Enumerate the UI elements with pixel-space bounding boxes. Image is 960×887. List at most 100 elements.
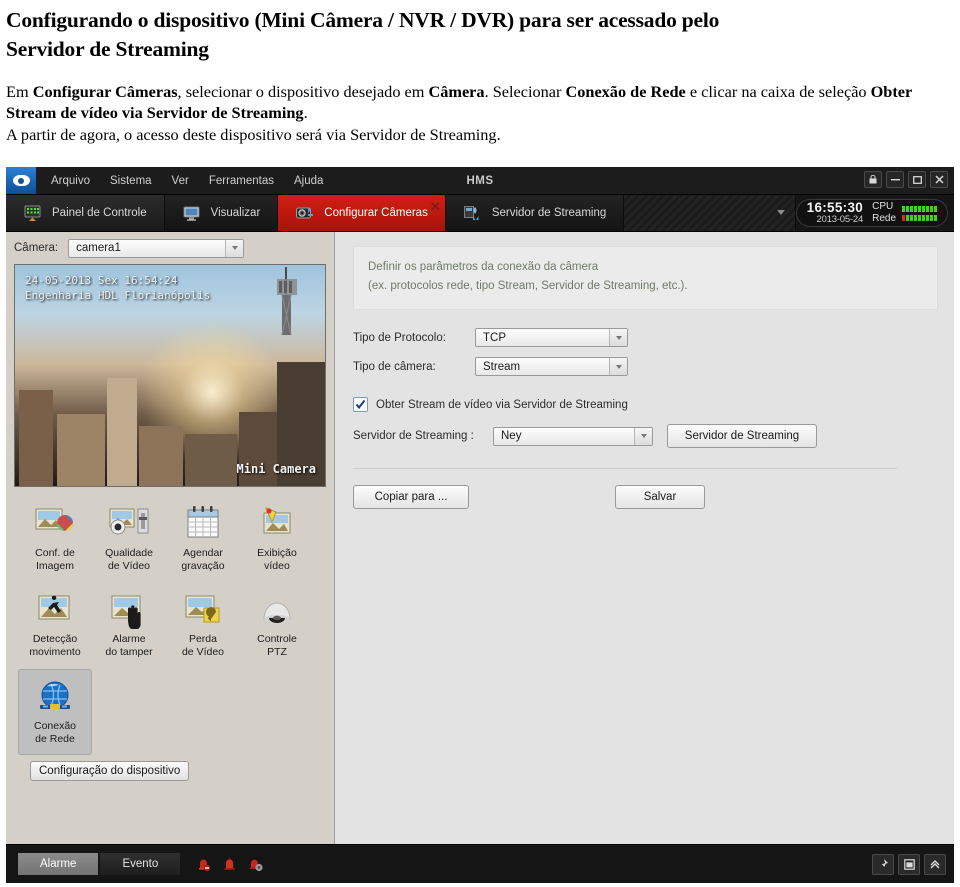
obter-stream-checkbox-row[interactable]: Obter Stream de vídeo via Servidor de St… <box>353 397 938 412</box>
collapse-up-icon[interactable] <box>924 853 946 875</box>
feature-controle-ptz[interactable]: Controle PTZ <box>240 583 314 669</box>
bottom-tab-alarme[interactable]: Alarme <box>18 853 99 875</box>
close-icon[interactable] <box>930 171 948 188</box>
monitor-icon <box>183 206 200 221</box>
tab-close-icon[interactable]: ✕ <box>430 200 441 213</box>
cpu-meter-segment <box>926 205 929 212</box>
net-meter-segment <box>914 214 917 221</box>
tab-painel-de-controle[interactable]: Painel de Controle <box>6 195 165 231</box>
protocol-select[interactable]: TCP <box>475 328 628 347</box>
chevron-down-icon[interactable] <box>776 210 785 215</box>
net-meter-segment <box>930 214 933 221</box>
building <box>57 414 105 486</box>
tab-label: Visualizar <box>210 207 261 219</box>
camera-type-select[interactable]: Stream <box>475 357 628 376</box>
camera-select[interactable]: camera1 <box>68 238 245 258</box>
menu-items: Arquivo Sistema Ver Ferramentas Ajuda <box>49 172 325 190</box>
camera-type-label: Tipo de câmera: <box>353 360 436 373</box>
meter-labels: CPU Rede <box>872 201 896 226</box>
hms-application-window: Arquivo Sistema Ver Ferramentas Ajuda HM… <box>6 167 954 883</box>
building <box>107 378 137 486</box>
feature-deteccao-movimento[interactable]: Detecção movimento <box>18 583 92 669</box>
chevron-down-icon[interactable] <box>609 358 627 375</box>
feature-label-line1: Conf. de <box>35 547 75 559</box>
feature-label-line2: de Vídeo <box>107 559 151 572</box>
window-icon[interactable] <box>898 853 920 875</box>
streaming-server-label: Servidor de Streaming : <box>353 430 474 442</box>
tab-overflow-area[interactable] <box>624 195 796 231</box>
feature-label-line1: Conexão <box>33 720 77 732</box>
bottom-right-controls <box>872 853 946 875</box>
obter-stream-checkbox[interactable] <box>353 397 368 412</box>
bottom-tab-evento[interactable]: Evento <box>100 853 181 875</box>
chevron-down-icon[interactable] <box>225 239 244 257</box>
tab-configurar-cameras[interactable]: Configurar Câmeras ✕ <box>278 195 446 231</box>
menu-item-sistema[interactable]: Sistema <box>108 172 154 190</box>
menu-item-ferramentas[interactable]: Ferramentas <box>207 172 276 190</box>
feature-label-line2: gravação <box>181 559 225 572</box>
feature-exibicao-video[interactable]: Exibição vídeo <box>240 497 314 583</box>
streaming-server-icon <box>463 205 479 220</box>
video-display-icon <box>256 505 298 543</box>
copy-to-button[interactable]: Copiar para ... <box>353 485 469 509</box>
tamper-alarm-icon <box>108 591 150 631</box>
camera-preview[interactable]: 24-05-2013 Sex 16:54:24 Engenharia HDL F… <box>14 264 326 487</box>
feature-qualidade-de-video[interactable]: Qualidade de Vídeo <box>92 497 166 583</box>
ptz-control-icon <box>256 591 298 629</box>
app-logo-icon <box>6 167 36 194</box>
pin-icon[interactable] <box>872 853 894 875</box>
minimize-icon[interactable] <box>886 171 904 188</box>
bottom-icon-group <box>196 857 263 872</box>
menu-item-ajuda[interactable]: Ajuda <box>292 172 325 190</box>
net-meter-segment <box>906 214 909 221</box>
page-title-line1: Configurando o dispositivo (Mini Câmera … <box>6 8 720 32</box>
feature-perda-de-video[interactable]: Perda de Vídeo <box>166 583 240 669</box>
maximize-icon[interactable] <box>908 171 926 188</box>
video-loss-icon <box>182 591 224 629</box>
streaming-server-row: Servidor de Streaming : Ney Servidor de … <box>353 424 938 448</box>
net-label: Rede <box>872 213 896 224</box>
feature-icon-grid: Conf. de Imagem Qualidade de Vídeo Agendar… <box>18 497 318 755</box>
cpu-meter-segment <box>922 205 925 212</box>
net-meter <box>902 214 937 221</box>
camera-type-select-value: Stream <box>483 360 521 373</box>
page-title-line2: Servidor de Streaming <box>6 37 209 61</box>
menu-item-arquivo[interactable]: Arquivo <box>49 172 92 190</box>
cpu-meter-segment <box>918 205 921 212</box>
control-panel-icon <box>24 205 41 221</box>
chevron-down-icon[interactable] <box>634 427 652 445</box>
save-button[interactable]: Salvar <box>615 485 705 509</box>
alarm-bell-icon[interactable] <box>222 857 237 872</box>
feature-label-line1: Perda <box>188 633 217 645</box>
chevron-down-icon[interactable] <box>609 329 627 346</box>
tab-label: Painel de Controle <box>52 207 147 219</box>
building <box>19 390 53 486</box>
net-meter-segment <box>902 214 905 221</box>
tab-visualizar[interactable]: Visualizar <box>164 195 279 231</box>
feature-conexao-de-rede[interactable]: Conexão de Rede <box>18 669 92 755</box>
content-area: Câmera: camera1 24-05-2013 Sex 16:54:24 … <box>6 232 954 844</box>
alarm-settings-icon[interactable] <box>248 857 263 872</box>
tab-label: Configurar Câmeras <box>324 207 428 219</box>
tab-servidor-de-streaming[interactable]: Servidor de Streaming <box>445 195 625 231</box>
lock-icon[interactable] <box>864 171 882 188</box>
page-title: Configurando o dispositivo (Mini Câmera … <box>6 6 954 64</box>
feature-label-line2: de Rede <box>35 732 75 745</box>
menu-item-ver[interactable]: Ver <box>170 172 191 190</box>
streaming-server-select[interactable]: Ney <box>493 426 653 446</box>
feature-alarme-do-tamper[interactable]: Alarme do tamper <box>92 583 166 669</box>
camera-select-value: camera1 <box>76 242 121 254</box>
building <box>139 426 183 486</box>
net-meter-segment <box>926 214 929 221</box>
net-meter-segment <box>918 214 921 221</box>
device-config-button[interactable]: Configuração do dispositivo <box>30 761 190 781</box>
tab-label: Servidor de Streaming <box>491 207 607 219</box>
feature-conf-de-imagem[interactable]: Conf. de Imagem <box>18 497 92 583</box>
instruction-paragraph-2: A partir de agora, o acesso deste dispos… <box>6 125 501 144</box>
streaming-server-button[interactable]: Servidor de Streaming <box>667 424 817 448</box>
alarm-mute-icon[interactable] <box>196 857 211 872</box>
hint-box: Definir os parâmetros da conexão da câme… <box>353 246 938 310</box>
feature-label-line1: Detecção <box>32 633 78 645</box>
feature-agendar-gravacao[interactable]: Agendar gravação <box>166 497 240 583</box>
communication-tower <box>277 267 297 336</box>
